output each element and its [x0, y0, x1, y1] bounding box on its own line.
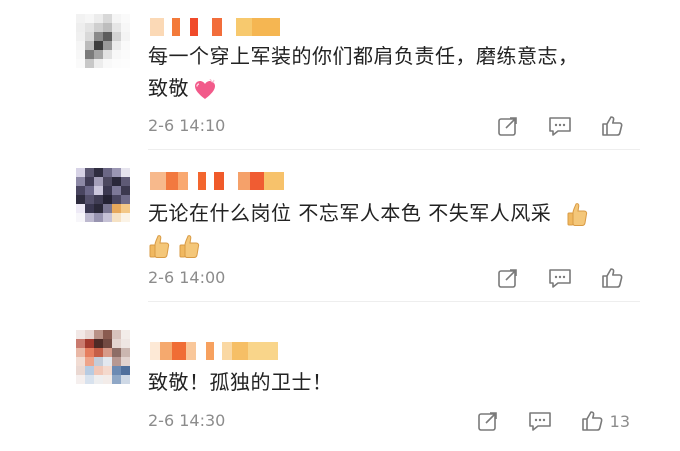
- divider: [148, 301, 640, 302]
- comment-text: 致敬！孤独的卫士！: [148, 366, 610, 398]
- comment-text: 每一个穿上军装的你们都肩负责任，磨练意志， 致敬: [148, 40, 610, 104]
- username-pixelated[interactable]: [150, 342, 278, 360]
- username-pixelated[interactable]: [150, 172, 284, 190]
- comment-footer: 2-6 14:10: [148, 114, 630, 138]
- avatar[interactable]: [76, 330, 130, 384]
- heart-emoji: [195, 78, 215, 99]
- comment-text-line1: 无论在什么岗位 不忘军人本色 不失军人风采: [148, 201, 552, 225]
- like-button[interactable]: 13: [580, 409, 630, 433]
- comment-icon[interactable]: [548, 266, 572, 290]
- timestamp: 2-6 14:30: [148, 411, 226, 430]
- comment-footer: 2-6 14:30 13: [148, 409, 630, 433]
- like-icon: [581, 411, 603, 431]
- username-pixelated[interactable]: [150, 18, 280, 36]
- like-icon: [602, 268, 623, 288]
- comment-actions: [496, 114, 630, 138]
- like-icon: [602, 116, 623, 136]
- divider: [148, 149, 640, 150]
- comment-text-line1: 致敬！孤独的卫士！: [148, 370, 333, 394]
- thumbs-up-emoji: [567, 202, 588, 226]
- comment-actions: 13: [476, 409, 630, 433]
- avatar[interactable]: [76, 168, 130, 222]
- timestamp: 2-6 14:10: [148, 116, 226, 135]
- avatar[interactable]: [76, 14, 130, 68]
- comment-actions: [496, 266, 630, 290]
- comment-icon[interactable]: [548, 114, 572, 138]
- comment-footer: 2-6 14:00: [148, 266, 630, 290]
- share-icon[interactable]: [496, 114, 520, 138]
- comment-text-line2: 致敬: [148, 76, 189, 100]
- like-count: 13: [609, 411, 630, 431]
- like-button[interactable]: [600, 114, 630, 138]
- comment-text: 无论在什么岗位 不忘军人本色 不失军人风采: [148, 197, 610, 261]
- like-button[interactable]: [600, 266, 630, 290]
- thumbs-up-emoji: [149, 234, 170, 258]
- comment-icon[interactable]: [528, 409, 552, 433]
- share-icon[interactable]: [496, 266, 520, 290]
- share-icon[interactable]: [476, 409, 500, 433]
- thumbs-up-emoji: [179, 234, 200, 258]
- comment-text-line1: 每一个穿上军装的你们都肩负责任，磨练意志，: [148, 44, 579, 68]
- timestamp: 2-6 14:00: [148, 268, 226, 287]
